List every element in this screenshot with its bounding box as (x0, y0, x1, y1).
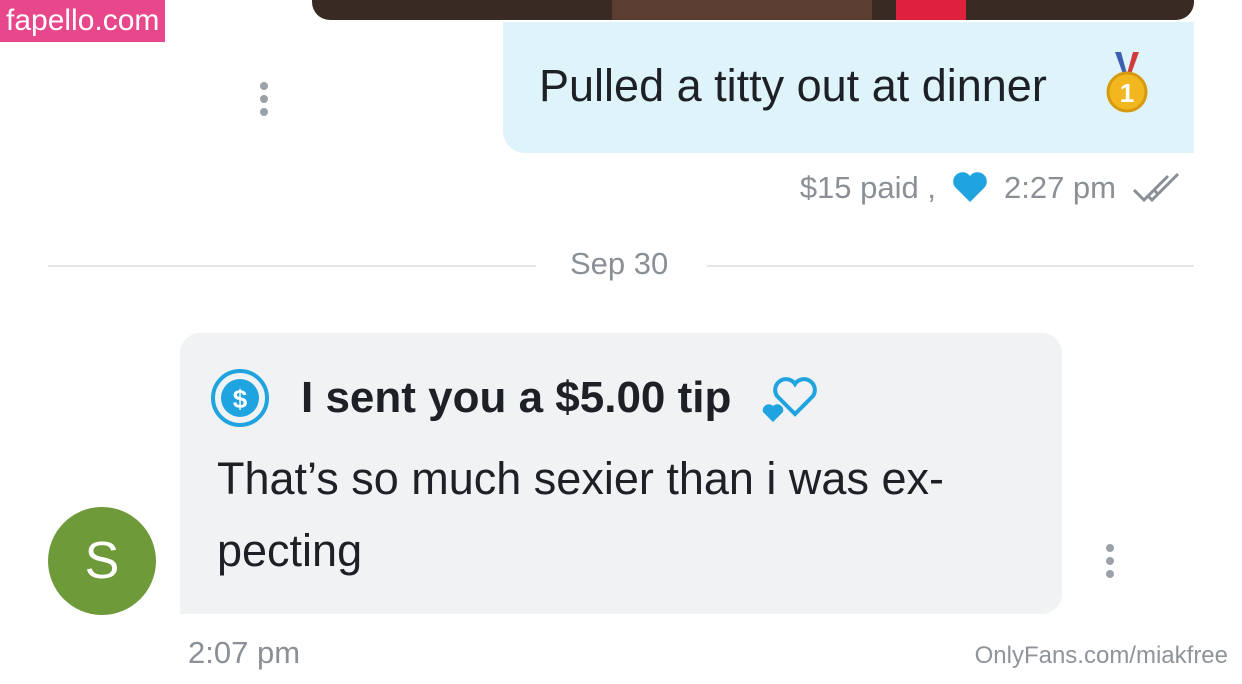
heart-icon[interactable] (950, 168, 990, 208)
received-message-text: That’s so much sexier than i was ex-pect… (217, 453, 944, 576)
sent-message-meta: $15 paid , 2:27 pm (800, 168, 1186, 208)
double-check-icon (1132, 172, 1180, 203)
media-region (896, 0, 966, 20)
date-divider-right (707, 265, 1194, 267)
first-place-medal-icon: 1 (1106, 52, 1148, 113)
tip-row: $ I sent you a $5.00 tip (210, 363, 825, 433)
svg-text:$: $ (233, 384, 248, 414)
received-message-bubble[interactable]: $ I sent you a $5.00 tip That’s so much … (180, 333, 1062, 614)
date-separator: Sep 30 (570, 246, 669, 281)
paid-status: $15 paid , (799, 170, 936, 205)
sent-message-options-icon[interactable] (259, 82, 269, 116)
received-message-options-icon[interactable] (1105, 544, 1115, 578)
avatar[interactable]: S (48, 507, 156, 615)
date-divider-left (48, 265, 536, 267)
sent-message-text: Pulled a titty out at dinner (539, 60, 1047, 111)
site-watermark: fapello.com (0, 0, 166, 42)
media-region (612, 0, 872, 20)
sent-time: 2:27 pm (1003, 170, 1116, 205)
sent-message-bubble[interactable]: Pulled a titty out at dinner 1 (503, 22, 1194, 153)
svg-text:1: 1 (1120, 78, 1134, 108)
received-time: 2:07 pm (188, 635, 301, 670)
dollar-circle-icon: $ (211, 369, 269, 427)
hearts-icon (763, 377, 818, 422)
tip-label: I sent you a $5.00 tip (301, 373, 732, 422)
avatar-letter: S (84, 532, 120, 590)
creator-watermark: OnlyFans.com/miakfree (974, 642, 1228, 669)
attached-media-preview[interactable] (312, 0, 1194, 20)
